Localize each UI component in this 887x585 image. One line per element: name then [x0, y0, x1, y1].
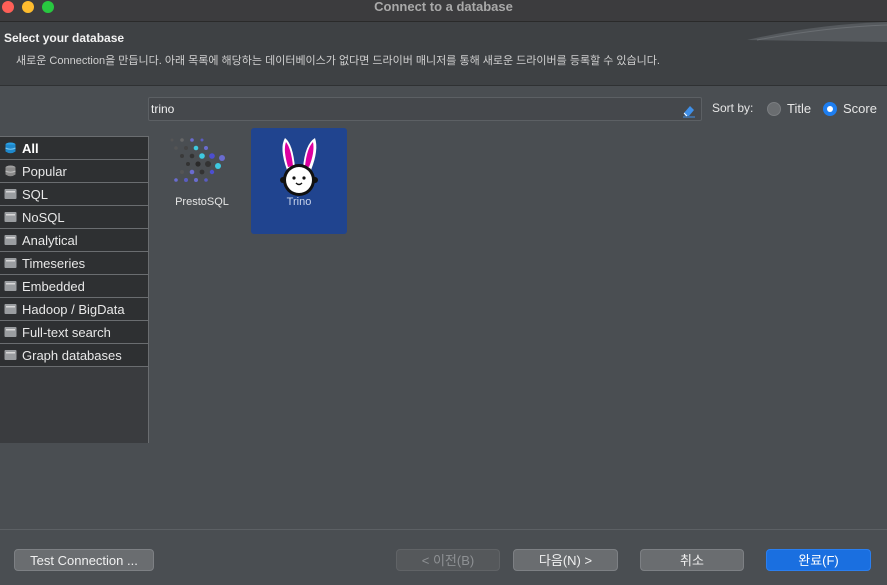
search-field[interactable]: [148, 97, 702, 121]
category-hadoop-bigdata[interactable]: Hadoop / BigData: [0, 298, 148, 321]
clear-search-icon[interactable]: [681, 102, 697, 118]
category-label: All: [22, 141, 39, 156]
folder-icon: [4, 281, 17, 291]
category-analytical[interactable]: Analytical: [0, 229, 148, 252]
category-label: Embedded: [22, 279, 85, 294]
category-label: Analytical: [22, 233, 78, 248]
folder-icon: [4, 304, 17, 314]
folder-icon: [4, 189, 17, 199]
header-decoration: [747, 22, 887, 42]
wizard-header: Select your database 새로운 Connection을 만듭니…: [0, 22, 887, 86]
trino-bunny-logo-icon: [280, 138, 318, 196]
folder-icon: [4, 212, 17, 222]
sort-by-label: Sort by:: [712, 101, 754, 115]
category-timeseries[interactable]: Timeseries: [0, 252, 148, 275]
driver-tile-prestosql[interactable]: PrestoSQL: [154, 128, 250, 234]
next-button[interactable]: 다음(N) >: [513, 549, 618, 571]
database-icon: [5, 165, 16, 177]
category-label: Popular: [22, 164, 67, 179]
category-popular[interactable]: Popular: [0, 160, 148, 183]
category-label: Hadoop / BigData: [22, 302, 125, 317]
category-embedded[interactable]: Embedded: [0, 275, 148, 298]
category-label: Timeseries: [22, 256, 86, 271]
finish-button[interactable]: 완료(F): [766, 549, 871, 571]
driver-tile-trino[interactable]: Trino: [251, 128, 347, 234]
prestosql-logo-icon: [170, 138, 225, 182]
previous-button[interactable]: < 이전(B): [396, 549, 500, 571]
category-list: All Popular SQL NoSQL Analytical Timeser…: [0, 136, 149, 443]
title-bar: Connect to a database: [0, 0, 887, 22]
footer-divider: [0, 529, 887, 530]
category-all[interactable]: All: [0, 137, 148, 160]
folder-icon: [4, 327, 17, 337]
folder-icon: [4, 258, 17, 268]
sort-score-label[interactable]: Score: [843, 101, 877, 116]
category-label: NoSQL: [22, 210, 65, 225]
category-sql[interactable]: SQL: [0, 183, 148, 206]
sort-title-radio[interactable]: [767, 102, 781, 116]
sort-score-radio[interactable]: [823, 102, 837, 116]
test-connection-button[interactable]: Test Connection ...: [14, 549, 154, 571]
category-full-text-search[interactable]: Full-text search: [0, 321, 148, 344]
cancel-button[interactable]: 취소: [640, 549, 744, 571]
folder-icon: [4, 235, 17, 245]
category-nosql[interactable]: NoSQL: [0, 206, 148, 229]
page-title: Select your database: [4, 31, 125, 45]
sort-title-label[interactable]: Title: [787, 101, 811, 116]
category-graph-databases[interactable]: Graph databases: [0, 344, 148, 367]
category-label: Graph databases: [22, 348, 122, 363]
window-title: Connect to a database: [374, 0, 513, 14]
database-icon: [5, 142, 16, 154]
category-label: Full-text search: [22, 325, 111, 340]
search-input[interactable]: [151, 101, 671, 117]
page-description: 새로운 Connection을 만듭니다. 아래 목록에 해당하는 데이터베이스…: [16, 55, 660, 67]
driver-name: Trino: [286, 196, 312, 208]
folder-icon: [4, 350, 17, 360]
category-label: SQL: [22, 187, 49, 202]
driver-name: PrestoSQL: [175, 196, 229, 208]
